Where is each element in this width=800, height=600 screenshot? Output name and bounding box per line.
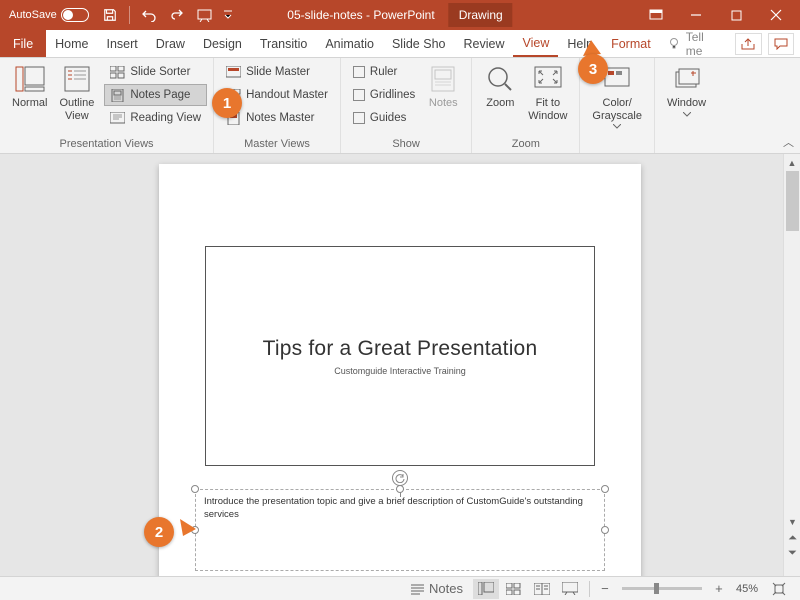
gridlines-checkbox[interactable]: Gridlines [347, 84, 421, 106]
notes-textbox[interactable]: Introduce the presentation topic and giv… [195, 489, 605, 571]
normal-view-button[interactable]: Normal [6, 61, 53, 136]
save-icon[interactable] [98, 3, 122, 27]
fit-to-window-status-button[interactable] [766, 579, 792, 599]
ruler-checkbox[interactable]: Ruler [347, 61, 421, 83]
outline-view-button[interactable]: Outline View [53, 61, 100, 136]
group-presentation-views: Normal Outline View Slide Sorter Notes P… [0, 58, 214, 153]
next-slide-icon[interactable]: ⏷ [784, 546, 800, 561]
slide-sorter-icon [110, 66, 125, 79]
tab-review[interactable]: Review [454, 30, 513, 57]
scroll-down-icon[interactable]: ▼ [784, 514, 800, 529]
undo-icon[interactable] [137, 3, 161, 27]
reading-view-button[interactable]: Reading View [104, 107, 207, 129]
ribbon-display-icon[interactable] [636, 0, 676, 30]
tab-design[interactable]: Design [194, 30, 251, 57]
callout-2-pointer [180, 509, 200, 537]
outline-view-icon [61, 63, 93, 95]
slide-sorter-button[interactable]: Slide Sorter [104, 61, 207, 83]
tell-me-search[interactable]: Tell me [660, 30, 730, 58]
close-icon[interactable] [756, 0, 796, 30]
maximize-icon[interactable] [716, 0, 756, 30]
notes-button[interactable]: Notes [421, 61, 465, 136]
reading-view-status-button[interactable] [529, 579, 555, 599]
selection-handle[interactable] [396, 485, 404, 493]
tab-format[interactable]: Format [602, 30, 660, 57]
reading-view-icon [110, 112, 125, 125]
callout-3: 3 [578, 54, 608, 84]
zoom-out-button[interactable]: − [596, 579, 614, 599]
tab-insert[interactable]: Insert [98, 30, 147, 57]
group-show: Ruler Gridlines Guides Notes Show [341, 58, 472, 153]
editing-canvas[interactable]: Tips for a Great Presentation Customguid… [0, 154, 800, 576]
tab-home[interactable]: Home [46, 30, 97, 57]
rotation-handle-icon[interactable] [392, 470, 408, 486]
prev-slide-icon[interactable]: ⏶ [784, 531, 800, 546]
checkbox-icon [353, 66, 365, 78]
normal-view-status-button[interactable] [473, 579, 499, 599]
selection-handle[interactable] [601, 526, 609, 534]
autosave-toggle[interactable]: AutoSave [4, 8, 94, 22]
chevron-down-icon [683, 112, 691, 117]
ribbon: Normal Outline View Slide Sorter Notes P… [0, 58, 800, 154]
notes-page-button[interactable]: Notes Page [104, 84, 207, 106]
slide-master-icon [226, 66, 241, 79]
collapse-ribbon-icon[interactable]: ︿ [783, 134, 794, 150]
title-bar: AutoSave 05-slide-notes - PowerPoint Dra… [0, 0, 800, 30]
vertical-scrollbar[interactable]: ▲ ▼ ⏶ ⏷ [783, 154, 800, 576]
guides-checkbox[interactable]: Guides [347, 107, 421, 129]
notes-icon [427, 63, 459, 95]
selection-handle[interactable] [191, 485, 199, 493]
tab-slideshow[interactable]: Slide Sho [383, 30, 455, 57]
fit-to-window-button[interactable]: Fit to Window [522, 61, 573, 136]
zoom-level[interactable]: 45% [730, 583, 764, 595]
ribbon-tabs: File Home Insert Draw Design Transitio A… [0, 30, 800, 58]
selection-handle[interactable] [601, 485, 609, 493]
start-slideshow-icon[interactable] [193, 3, 217, 27]
notes-page: Tips for a Great Presentation Customguid… [159, 164, 641, 576]
zoom-slider[interactable] [622, 587, 702, 590]
slide-title: Tips for a Great Presentation [263, 337, 538, 361]
window-button[interactable]: Window [661, 61, 712, 136]
checkbox-icon [353, 89, 365, 101]
slide-subtitle: Customguide Interactive Training [334, 366, 466, 376]
callout-1: 1 [212, 88, 242, 118]
chevron-down-icon [613, 124, 621, 129]
zoom-icon [484, 63, 516, 95]
normal-view-icon [14, 63, 46, 95]
notes-toggle[interactable]: Notes [403, 579, 471, 599]
context-tab-label: Drawing [449, 3, 513, 27]
tab-animations[interactable]: Animatio [316, 30, 383, 57]
lightbulb-icon [668, 37, 681, 51]
slide-master-button[interactable]: Slide Master [220, 61, 334, 83]
autosave-switch-icon [61, 8, 89, 22]
window-icon [671, 63, 703, 95]
scroll-up-icon[interactable]: ▲ [784, 154, 800, 171]
callout-2: 2 [144, 517, 174, 547]
redo-icon[interactable] [165, 3, 189, 27]
group-window: Window [655, 58, 718, 153]
slide-thumbnail[interactable]: Tips for a Great Presentation Customguid… [205, 246, 595, 466]
zoom-button[interactable]: Zoom [478, 61, 522, 136]
tab-transitions[interactable]: Transitio [251, 30, 316, 57]
group-zoom: Zoom Fit to Window Zoom [472, 58, 580, 153]
zoom-in-button[interactable]: + [710, 579, 728, 599]
checkbox-icon [353, 112, 365, 124]
tab-draw[interactable]: Draw [147, 30, 194, 57]
notes-page-icon [110, 89, 125, 102]
status-bar: Notes − + 45% [0, 576, 800, 600]
tab-file[interactable]: File [0, 30, 46, 57]
scroll-thumb[interactable] [786, 171, 799, 231]
window-title: 05-slide-notes - PowerPoint Drawing [287, 3, 512, 27]
comments-button[interactable] [768, 33, 794, 55]
slide-sorter-status-button[interactable] [501, 579, 527, 599]
slideshow-status-button[interactable] [557, 579, 583, 599]
share-button[interactable] [735, 33, 761, 55]
fit-to-window-icon [532, 63, 564, 95]
minimize-icon[interactable] [676, 0, 716, 30]
tab-view[interactable]: View [513, 30, 558, 57]
autosave-label: AutoSave [9, 9, 57, 21]
qat-customize-icon[interactable] [221, 3, 235, 27]
notes-status-icon [411, 583, 424, 595]
